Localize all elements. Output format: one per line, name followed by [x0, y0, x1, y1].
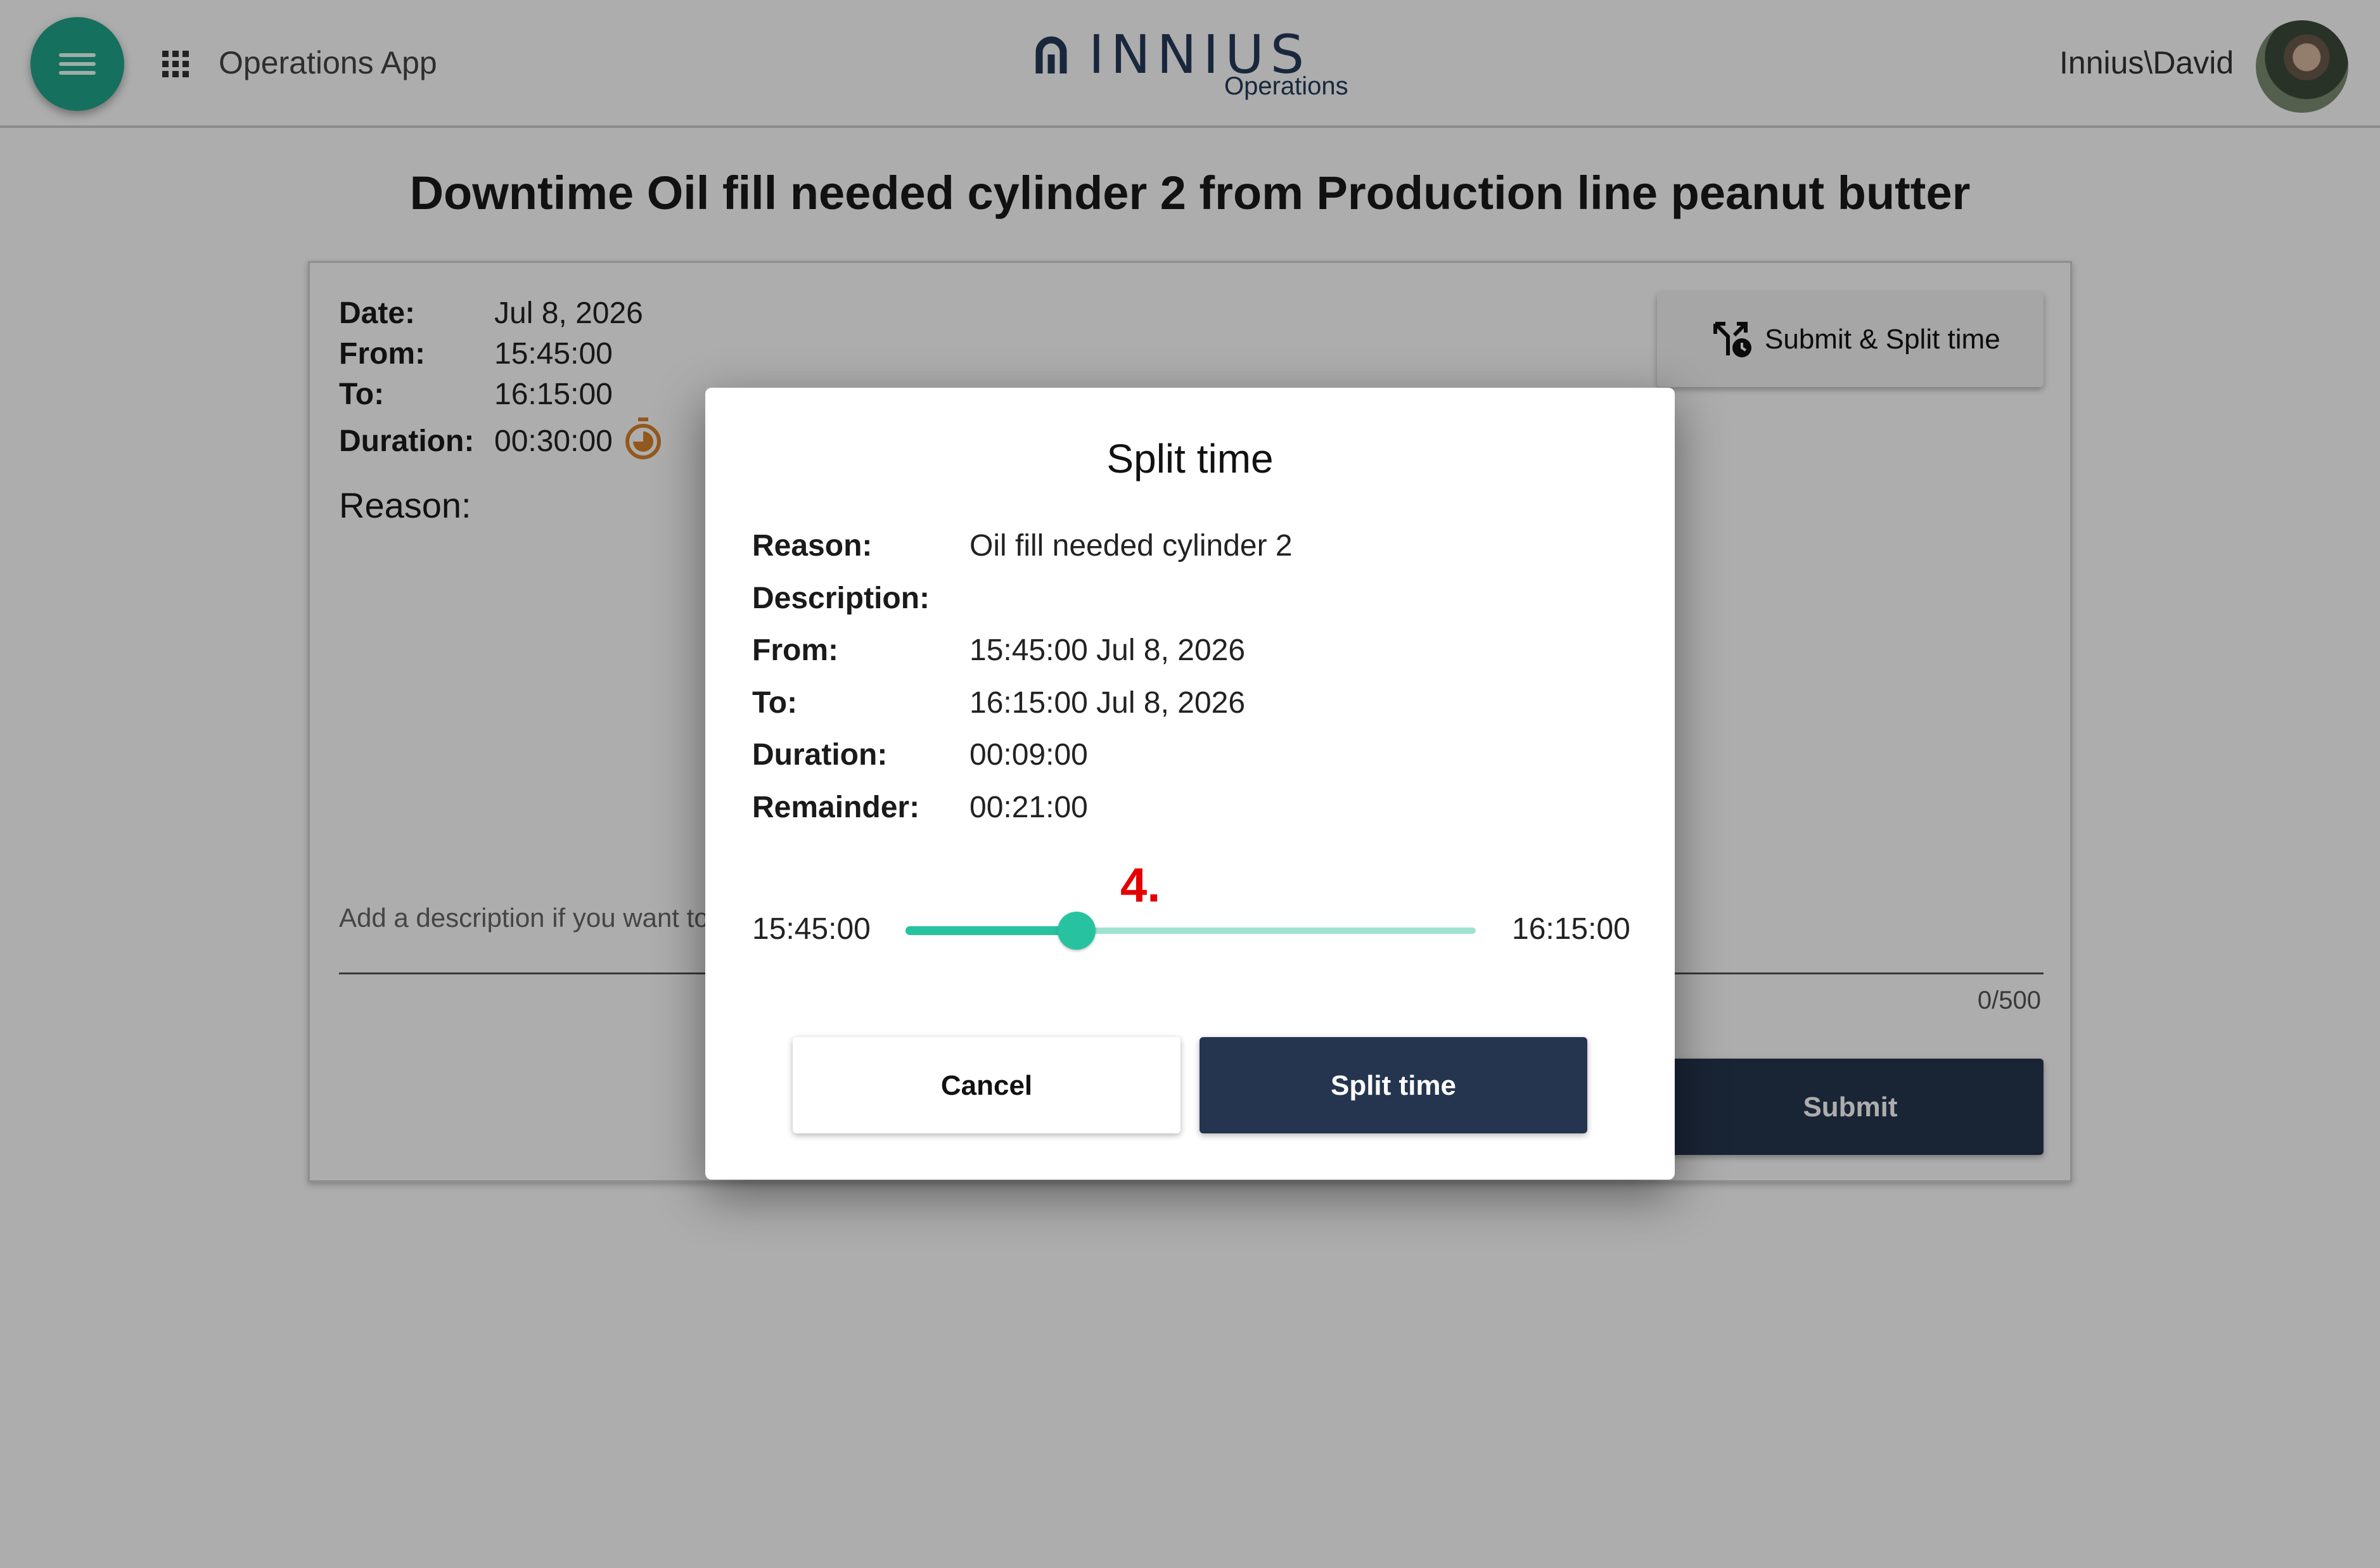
dialog-row-value: 15:45:00 Jul 8, 2026 [969, 634, 1246, 667]
dialog-title: Split time [1106, 436, 1274, 481]
cancel-button[interactable]: Cancel [793, 1037, 1180, 1133]
slider-thumb[interactable] [1058, 912, 1096, 950]
dialog-row-label: To: [752, 686, 798, 720]
dialog-row-label: Remainder: [752, 791, 920, 824]
dialog-row-label: From: [752, 634, 838, 667]
dialog-row-value: 16:15:00 Jul 8, 2026 [969, 686, 1246, 720]
split-time-label: Split time [1330, 1070, 1457, 1101]
dialog-row-label: Description: [752, 582, 930, 615]
dialog-row-label: Duration: [752, 738, 888, 772]
dialog-row-value: 00:09:00 [969, 738, 1088, 772]
dialog-row-value: 00:21:00 [969, 791, 1088, 824]
dialog-row-value: Oil fill needed cylinder 2 [969, 529, 1293, 563]
dialog-row-label: Reason: [752, 529, 873, 563]
split-time-slider[interactable] [905, 900, 1476, 963]
split-time-dialog: Split time Reason: Oil fill needed cylin… [705, 388, 1675, 1180]
slider-start-label: 15:45:00 [752, 912, 871, 946]
split-time-button[interactable]: Split time [1200, 1037, 1587, 1133]
cancel-label: Cancel [940, 1070, 1033, 1101]
slider-fill [905, 926, 1077, 935]
slider-end-label: 16:15:00 [1512, 912, 1630, 946]
